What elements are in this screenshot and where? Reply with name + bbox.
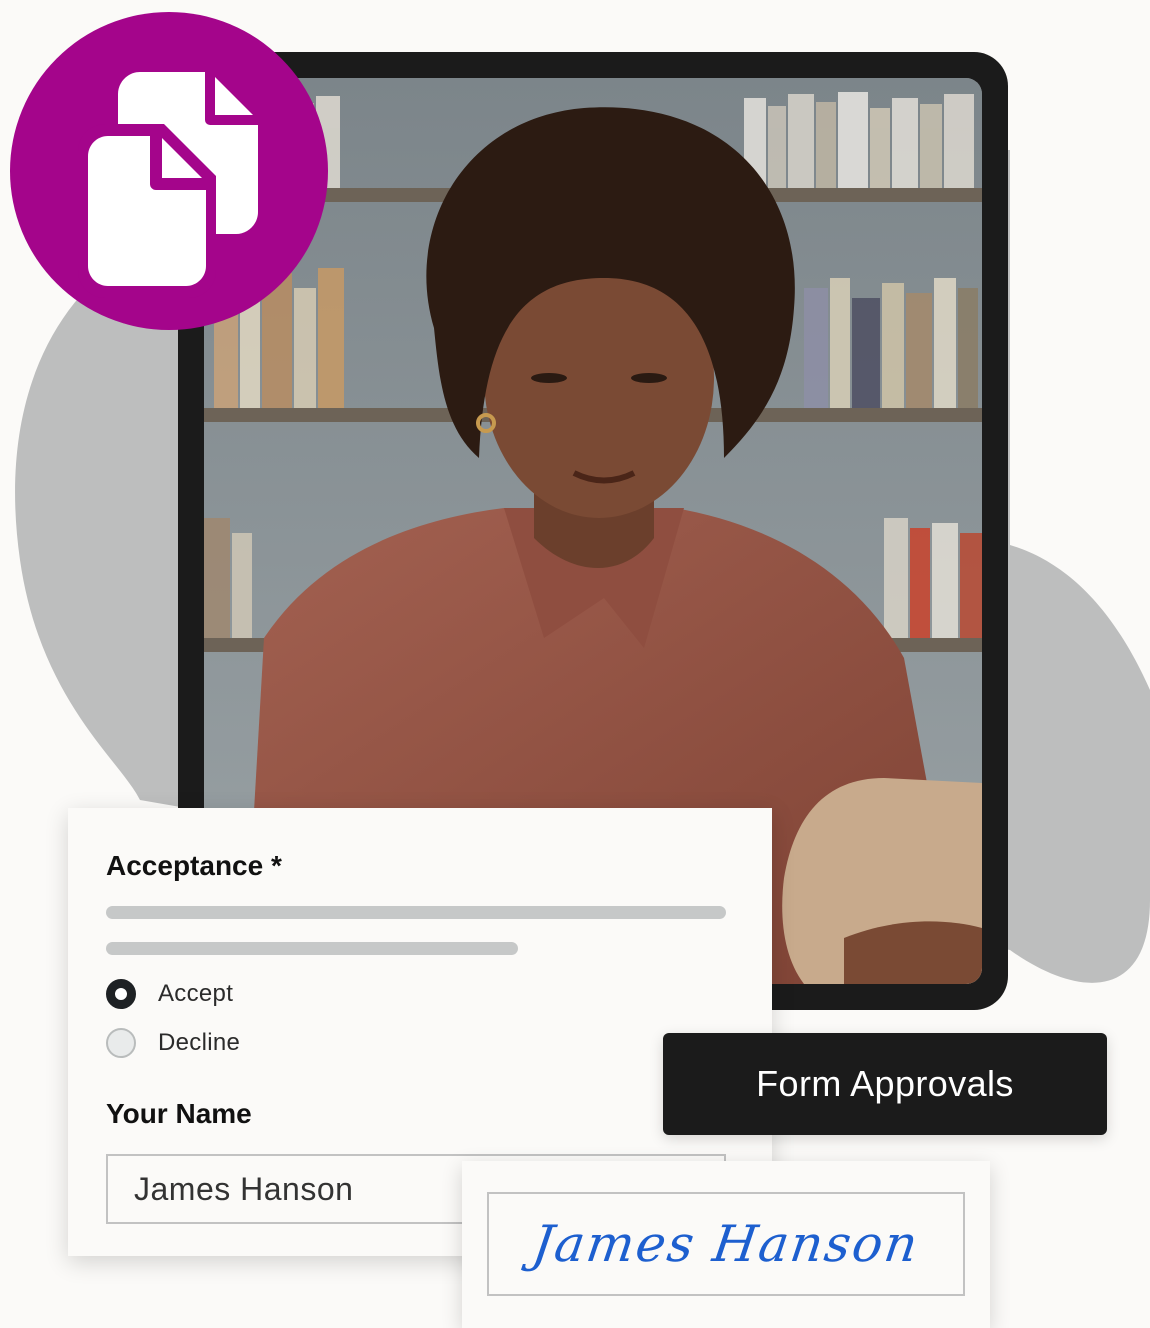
- documents-icon: [78, 72, 258, 298]
- signature-card: James Hanson: [462, 1161, 990, 1328]
- documents-badge: [10, 12, 328, 330]
- form-approvals-label: Form Approvals: [663, 1033, 1107, 1135]
- accept-label: Accept: [158, 980, 234, 1007]
- description-line-placeholder: [106, 942, 518, 955]
- accept-option[interactable]: Accept: [106, 977, 233, 1011]
- signature-field[interactable]: James Hanson: [487, 1192, 965, 1296]
- decline-option[interactable]: Decline: [106, 1026, 240, 1060]
- description-line-placeholder: [106, 906, 726, 919]
- your-name-heading: Your Name: [106, 1098, 252, 1129]
- decline-radio[interactable]: [106, 1028, 136, 1058]
- signature: James Hanson: [528, 1215, 924, 1273]
- acceptance-heading: Acceptance *: [106, 850, 282, 881]
- accept-radio[interactable]: [106, 979, 136, 1009]
- decline-label: Decline: [158, 1029, 241, 1056]
